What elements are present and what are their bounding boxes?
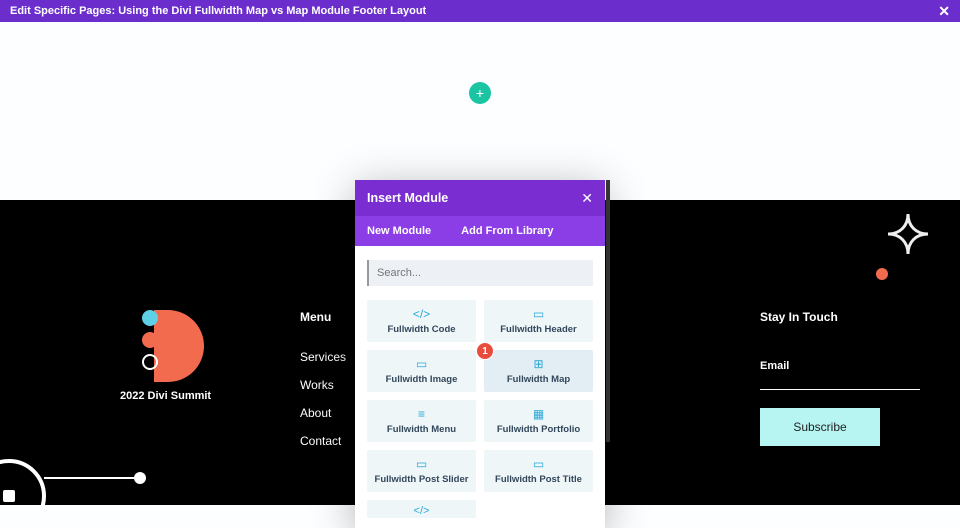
modal-scrollbar[interactable] [606,180,610,442]
footer-subscribe-column: Stay In Touch Email Subscribe [760,310,920,462]
editor-top-bar: Edit Specific Pages: Using the Divi Full… [0,0,960,22]
module-label: Fullwidth Post Slider [375,474,469,485]
code-icon: </> [414,505,430,517]
module-fullwidth-post-slider[interactable]: ▭ Fullwidth Post Slider [367,450,476,492]
insert-module-modal: Insert Module ✕ New Module Add From Libr… [355,180,605,528]
module-label: Fullwidth Portfolio [497,424,580,435]
step-badge: 1 [476,342,494,360]
modal-header: Insert Module ✕ [355,180,605,216]
modal-title: Insert Module [367,191,581,205]
tab-new-module[interactable]: New Module [367,225,431,237]
close-editor-button[interactable]: ✕ [938,3,950,20]
header-icon: ▭ [533,307,544,321]
module-grid: </> Fullwidth Code ▭ Fullwidth Header ▭ … [367,300,593,518]
star-decoration-icon [886,212,930,256]
module-search-input[interactable] [367,260,593,286]
modal-body: </> Fullwidth Code ▭ Fullwidth Header ▭ … [355,246,605,528]
email-input[interactable] [760,374,920,390]
image-icon: ▭ [416,357,427,371]
module-fullwidth-code[interactable]: </> Fullwidth Code [367,300,476,342]
canvas-upper-section: + + [0,22,960,200]
email-label: Email [760,360,920,372]
module-fullwidth-header[interactable]: ▭ Fullwidth Header [484,300,593,342]
module-fullwidth-post-title[interactable]: ▭ Fullwidth Post Title [484,450,593,492]
module-label: Fullwidth Header [500,324,577,335]
post-title-icon: ▭ [533,457,544,471]
post-slider-icon: ▭ [416,457,427,471]
module-peek-next[interactable]: </> [367,500,476,518]
module-label: Fullwidth Code [387,324,455,335]
map-icon: ⊞ [533,357,543,371]
module-fullwidth-portfolio[interactable]: ▦ Fullwidth Portfolio [484,400,593,442]
circle-decoration-icon [0,459,46,505]
footer-logo [130,310,210,382]
tab-add-from-library[interactable]: Add From Library [461,225,553,237]
page-title: Edit Specific Pages: Using the Divi Full… [10,5,938,17]
module-label: Fullwidth Post Title [495,474,582,485]
modal-tabs: New Module Add From Library [355,216,605,246]
logo-column: 2022 Divi Summit [120,310,240,462]
add-row-button[interactable]: + [469,82,491,104]
close-modal-button[interactable]: ✕ [581,190,593,207]
module-label: Fullwidth Image [386,374,458,385]
module-fullwidth-image[interactable]: ▭ Fullwidth Image [367,350,476,392]
module-label: Fullwidth Menu [387,424,456,435]
module-label: Fullwidth Map [507,374,570,385]
stay-in-touch-heading: Stay In Touch [760,310,920,324]
module-fullwidth-map[interactable]: 1 ⊞ Fullwidth Map [484,350,593,392]
module-fullwidth-menu[interactable]: ≡ Fullwidth Menu [367,400,476,442]
portfolio-icon: ▦ [533,407,544,421]
code-icon: </> [413,307,430,321]
line-decoration-icon [44,477,140,479]
menu-icon: ≡ [418,407,425,421]
logo-caption: 2022 Divi Summit [120,390,240,402]
subscribe-button[interactable]: Subscribe [760,408,880,446]
orange-dot-icon [876,268,888,280]
